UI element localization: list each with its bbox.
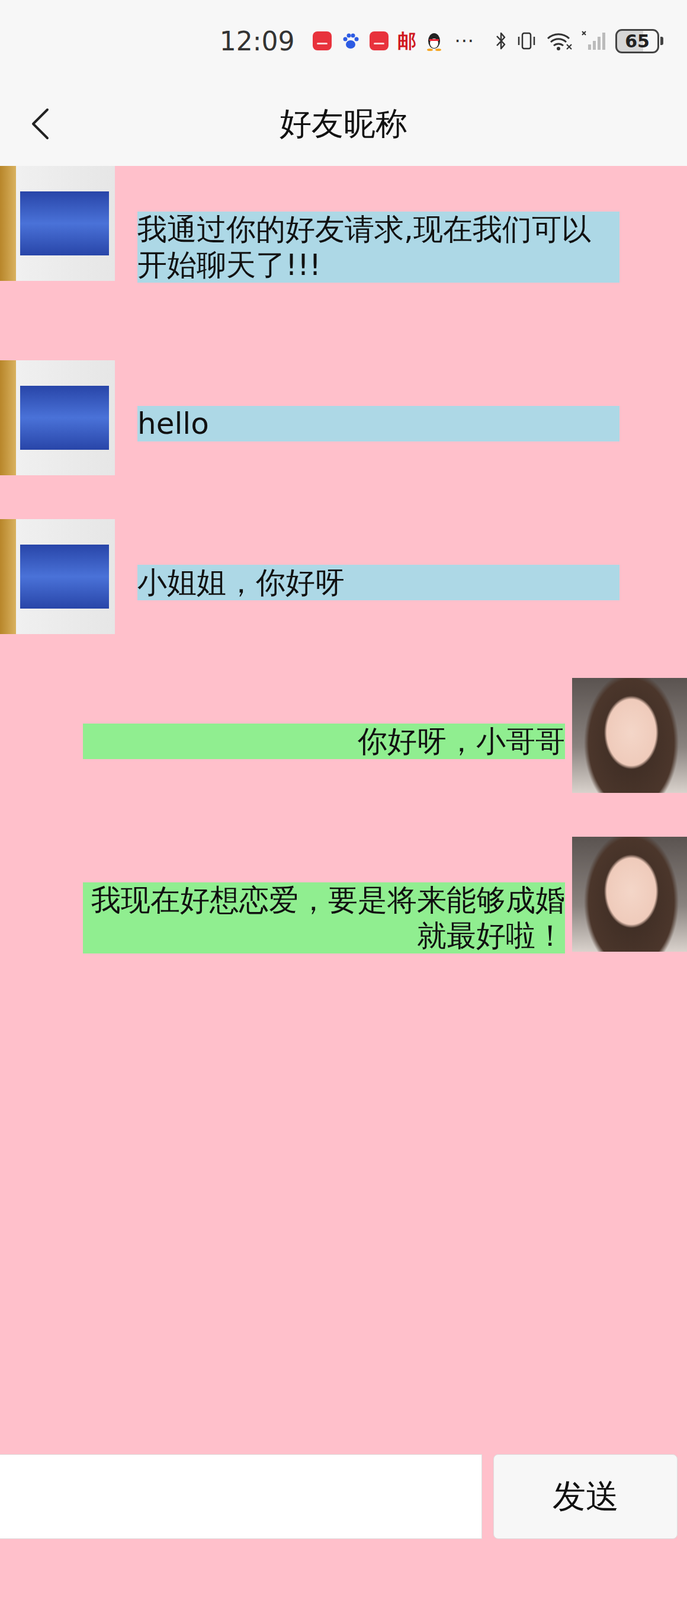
post-app-icon: 邮: [397, 31, 417, 51]
message-row: 我现在好想恋爱，要是将来能够成婚就最好啦！: [0, 836, 687, 987]
bluetooth-icon: [494, 30, 508, 52]
battery-level: 65: [615, 29, 660, 54]
message-list: 我通过你的好友请求,现在我们可以开始聊天了!!! hello 小姐姐，你好呀你好呀，…: [0, 165, 687, 1442]
baidu-paw-icon: [340, 30, 361, 51]
chat-title: 好友昵称: [82, 102, 605, 146]
message-row: 我通过你的好友请求,现在我们可以开始聊天了!!!: [0, 165, 687, 317]
message-row: 你好呀，小哥哥: [0, 677, 687, 793]
message-bubble: hello: [137, 405, 620, 442]
avatar[interactable]: [572, 677, 687, 793]
back-button[interactable]: [0, 81, 83, 166]
signal-icon: [580, 30, 608, 52]
message-row: hello: [0, 360, 687, 475]
message-bubble: 小姐姐，你好呀: [137, 564, 620, 600]
huawei-app-icon: [368, 30, 390, 51]
status-bar: 12:09 邮 ··· 65: [0, 0, 687, 82]
message-bubble: 我通过你的好友请求,现在我们可以开始聊天了!!!: [137, 211, 620, 283]
status-time: 12:09: [219, 26, 295, 57]
wifi-icon: [545, 30, 573, 52]
vibrate-icon: [515, 30, 538, 52]
huawei-app-icon: [312, 30, 333, 51]
qq-penguin-icon: [424, 30, 444, 51]
header-bar: 好友昵称: [0, 81, 687, 166]
battery-indicator: 65: [615, 29, 664, 54]
message-bubble: 我现在好想恋爱，要是将来能够成婚就最好啦！: [82, 881, 565, 953]
avatar[interactable]: [572, 836, 687, 952]
input-bar: 发送: [0, 1453, 687, 1600]
avatar[interactable]: [0, 518, 115, 634]
avatar[interactable]: [0, 165, 115, 281]
message-row: 小姐姐，你好呀: [0, 518, 687, 634]
message-input[interactable]: [0, 1453, 483, 1539]
battery-nub: [660, 36, 664, 46]
back-arrow-icon[interactable]: [30, 107, 50, 141]
avatar[interactable]: [0, 360, 115, 475]
message-bubble: 你好呀，小哥哥: [82, 723, 565, 759]
send-button[interactable]: 发送: [493, 1453, 678, 1539]
more-notifications: ···: [454, 29, 475, 53]
